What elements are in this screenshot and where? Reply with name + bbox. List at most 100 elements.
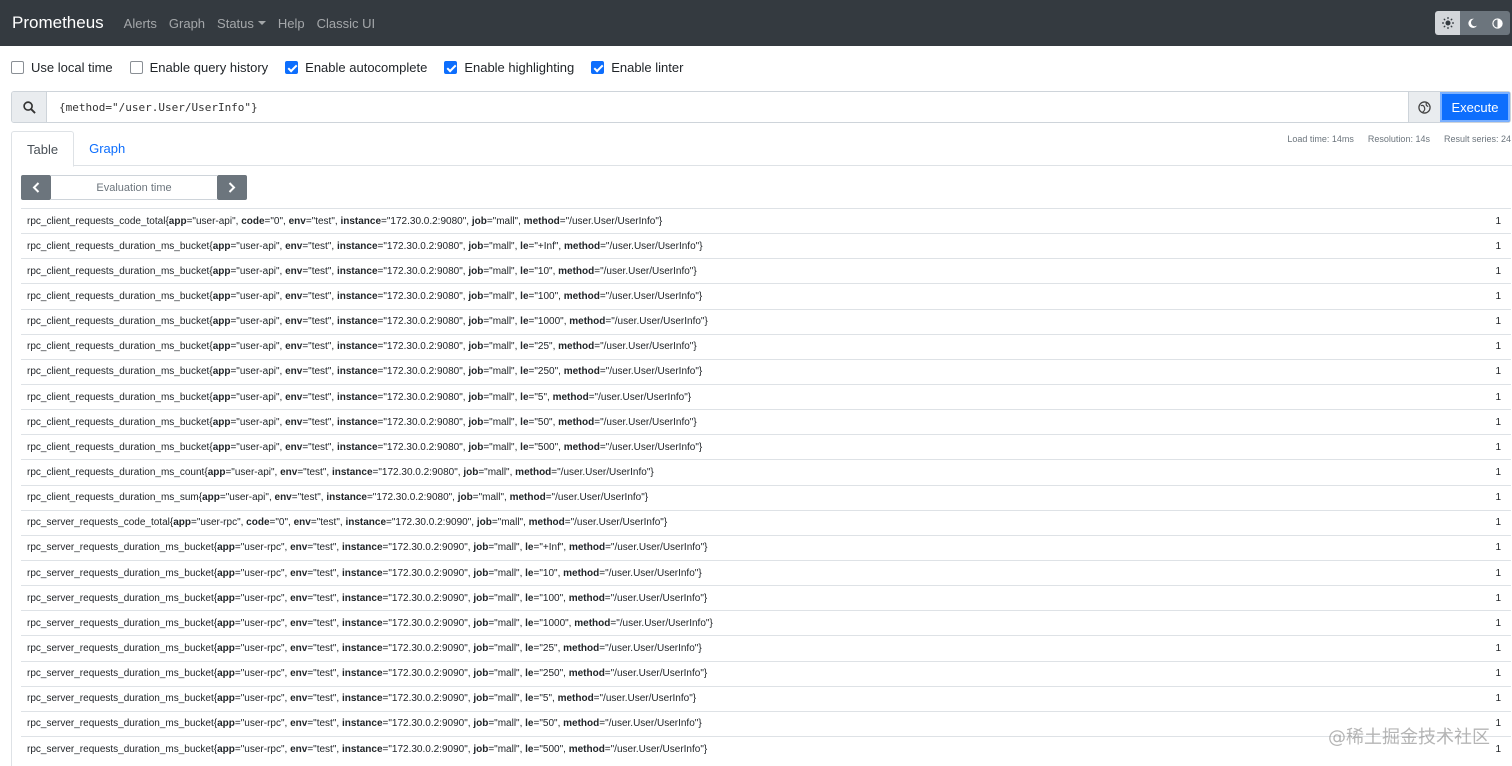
nav-classic-ui[interactable]: Classic UI [317, 16, 376, 31]
label-value: ="test", [307, 693, 342, 705]
option-linter[interactable]: Enable linter [591, 60, 683, 75]
checkbox-checked[interactable] [285, 61, 299, 74]
label-name: le [525, 718, 534, 730]
label-name: method [509, 492, 546, 504]
label-value: ="172.30.0.2:9080", [377, 391, 469, 403]
label-value: ="/user.User/UserInfo" [605, 542, 705, 554]
label-name: env [285, 416, 303, 428]
series-value: 1 [1495, 416, 1501, 428]
checkbox[interactable] [11, 61, 24, 74]
metric-name: rpc_server_requests_duration_ms_bucket [27, 668, 214, 680]
label-name: app [212, 391, 231, 403]
series-value: 1 [1495, 316, 1501, 328]
metrics-explorer-button[interactable] [1408, 92, 1440, 122]
label-name: env [285, 240, 303, 252]
execute-button[interactable]: Execute [1440, 92, 1510, 122]
label-value: ="user-rpc", [191, 517, 247, 529]
tab-table[interactable]: Table [11, 131, 75, 167]
label-name: method [563, 290, 600, 302]
label-value: ="test", [307, 743, 342, 755]
light-theme-button[interactable] [1435, 11, 1460, 35]
label-name: instance [341, 718, 383, 730]
label-value: ="mall", [472, 492, 510, 504]
label-name: method [568, 668, 605, 680]
label-name: instance [336, 416, 378, 428]
label-name: env [293, 517, 311, 529]
table-row: rpc_client_requests_duration_ms_count{ap… [21, 459, 1511, 484]
metric-name: rpc_client_requests_duration_ms_bucket [27, 316, 210, 328]
label-value: ="user-rpc", [234, 743, 291, 755]
table-row: rpc_server_requests_duration_ms_bucket{a… [21, 559, 1511, 585]
checkbox-checked[interactable] [591, 61, 605, 74]
option-autocomplete[interactable]: Enable autocomplete [285, 60, 427, 75]
checkbox-checked[interactable] [444, 61, 458, 74]
table-row: rpc_client_requests_duration_ms_bucket{a… [21, 358, 1511, 384]
tab-graph[interactable]: Graph [74, 131, 140, 166]
label-name: job [473, 693, 489, 705]
series-label: rpc_server_requests_duration_ms_bucket{a… [27, 693, 697, 705]
next-time-button[interactable] [217, 175, 247, 200]
table-row: rpc_server_requests_duration_ms_bucket{a… [21, 735, 1511, 761]
series-value: 1 [1495, 441, 1501, 453]
series-label: rpc_client_requests_duration_ms_bucket{a… [27, 366, 703, 378]
label-value: ="100", [528, 290, 564, 302]
label-value: ="mall", [488, 642, 526, 654]
label-value: ="mall", [486, 215, 524, 227]
table-row: rpc_client_requests_code_total{app="user… [21, 208, 1511, 233]
table-row: rpc_client_requests_duration_ms_bucket{a… [21, 434, 1511, 459]
metric-name: rpc_client_requests_duration_ms_bucket [27, 366, 210, 378]
nav-help[interactable]: Help [278, 16, 305, 31]
label-value: ="test", [302, 240, 337, 252]
expression-input[interactable]: {method="/user.User/UserInfo"} [47, 92, 1408, 122]
label-name: app [173, 517, 191, 529]
table-row: rpc_client_requests_duration_ms_bucket{a… [21, 308, 1511, 334]
label-value: ="/user.User/UserInfo" [588, 391, 688, 403]
watermark: @稀土掘金技术社区 [1328, 727, 1490, 748]
nav-graph[interactable]: Graph [169, 16, 205, 31]
label-name: job [473, 668, 489, 680]
auto-theme-button[interactable] [1485, 11, 1510, 35]
label-name: instance [341, 668, 383, 680]
label-name: code [246, 517, 270, 529]
dark-theme-button[interactable] [1460, 11, 1485, 35]
label-value: ="/user.User/UserInfo" [599, 718, 699, 730]
label-name: job [473, 567, 489, 579]
series-value: 1 [1495, 466, 1501, 478]
label-name: job [468, 441, 484, 453]
label-name: method [557, 693, 594, 705]
label-name: le [525, 617, 534, 629]
evaluation-time-input[interactable]: Evaluation time [51, 175, 217, 200]
label-name: env [290, 718, 308, 730]
label-value: ="172.30.0.2:9080", [366, 492, 458, 504]
option-query-history[interactable]: Enable query history [129, 60, 268, 75]
label-value: ="172.30.0.2:9080", [377, 366, 469, 378]
label-name: app [217, 743, 235, 755]
label-name: method [568, 592, 605, 604]
label-name: method [563, 642, 600, 654]
checkbox[interactable] [129, 61, 143, 74]
label-value: ="mall", [488, 718, 526, 730]
label-name: le [520, 341, 529, 353]
table-row: rpc_client_requests_duration_ms_bucket{a… [21, 258, 1511, 283]
label-name: app [217, 592, 235, 604]
label-value: ="test", [307, 592, 342, 604]
previous-time-button[interactable] [21, 175, 51, 200]
label-name: app [217, 693, 235, 705]
label-value: ="test", [310, 517, 346, 529]
option-use-local-time[interactable]: Use local time [11, 60, 113, 75]
label-name: le [525, 668, 534, 680]
label-value: ="172.30.0.2:9090", [382, 693, 474, 705]
label-value: ="+Inf", [528, 240, 564, 252]
label-value: ="172.30.0.2:9080", [381, 215, 472, 227]
label-name: instance [336, 341, 378, 353]
nav-alerts[interactable]: Alerts [124, 16, 157, 31]
option-highlighting[interactable]: Enable highlighting [444, 60, 574, 75]
label-value: ="test", [302, 341, 337, 353]
nav-status-label: Status [217, 15, 254, 31]
label-value: ="172.30.0.2:9090", [382, 617, 474, 629]
label-name: instance [341, 642, 383, 654]
nav-status-dropdown[interactable]: Status [217, 16, 266, 31]
metric-name: rpc_server_requests_duration_ms_bucket [27, 642, 214, 654]
label-name: method [515, 466, 552, 478]
brand-logo[interactable]: Prometheus [12, 13, 104, 33]
